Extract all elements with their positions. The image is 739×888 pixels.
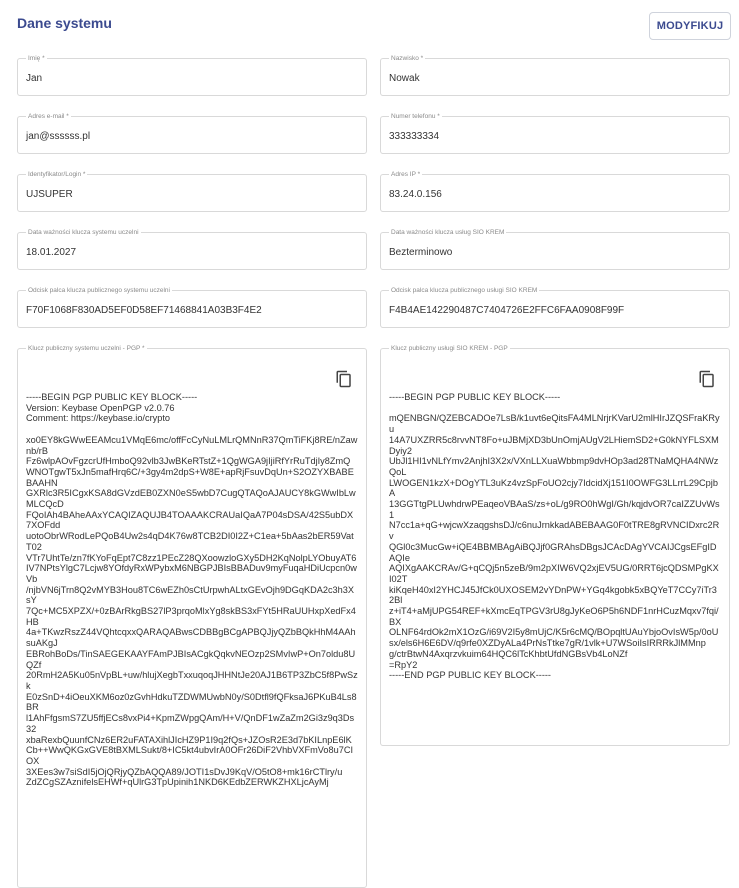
ip-label: Adres IP *	[389, 171, 423, 178]
fingerprint-sio-field[interactable]: Odcisk palca klucza publicznego usługi S…	[380, 287, 730, 328]
last-name-label: Nazwisko *	[389, 55, 426, 62]
fingerprint-system-label: Odcisk palca klucza publicznego systemu …	[26, 287, 172, 294]
sio-public-key-text: -----BEGIN PGP PUBLIC KEY BLOCK----- mQE…	[389, 392, 720, 681]
fingerprint-sio-value: F4B4AE142290487C7404726E2FFC6FAA0908F99F	[389, 305, 625, 316]
key-expiry-sio-value: Bezterminowo	[389, 247, 453, 258]
ip-field[interactable]: Adres IP * 83.24.0.156	[380, 171, 730, 212]
login-field[interactable]: Identyfikator/Login * UJSUPER	[17, 171, 367, 212]
phone-field[interactable]: Numer telefonu * 333333334	[380, 113, 730, 154]
email-label: Adres e-mail *	[26, 113, 71, 120]
email-field[interactable]: Adres e-mail * jan@ssssss.pl	[17, 113, 367, 154]
fingerprint-sio-label: Odcisk palca klucza publicznego usługi S…	[389, 287, 540, 294]
page-title: Dane systemu	[17, 15, 112, 31]
key-expiry-sio-label: Data ważności klucza usług SIO KREM	[389, 229, 507, 236]
first-name-value: Jan	[26, 73, 43, 84]
email-value: jan@ssssss.pl	[26, 131, 91, 142]
first-name-label: Imię *	[26, 55, 47, 62]
key-expiry-system-label: Data ważności klucza systemu uczelni	[26, 229, 141, 236]
first-name-field[interactable]: Imię * Jan	[17, 55, 367, 96]
key-expiry-sio-field[interactable]: Data ważności klucza usług SIO KREM Bezt…	[380, 229, 730, 270]
last-name-field[interactable]: Nazwisko * Nowak	[380, 55, 730, 96]
copy-icon[interactable]	[335, 370, 353, 388]
modify-button[interactable]: MODYFIKUJ	[649, 12, 731, 40]
last-name-value: Nowak	[389, 73, 420, 84]
login-label: Identyfikator/Login *	[26, 171, 88, 178]
sio-public-key-box[interactable]: Klucz publiczny usługi SIO KREM - PGP --…	[380, 345, 730, 746]
phone-label: Numer telefonu *	[389, 113, 442, 120]
copy-icon[interactable]	[698, 370, 716, 388]
key-expiry-system-value: 18.01.2027	[26, 247, 77, 258]
system-public-key-text: -----BEGIN PGP PUBLIC KEY BLOCK----- Ver…	[26, 392, 358, 788]
fingerprint-system-field[interactable]: Odcisk palca klucza publicznego systemu …	[17, 287, 367, 328]
system-public-key-label: Klucz publiczny systemu uczelni - PGP *	[26, 345, 147, 352]
phone-value: 333333334	[389, 131, 440, 142]
login-value: UJSUPER	[26, 189, 73, 200]
sio-public-key-label: Klucz publiczny usługi SIO KREM - PGP	[389, 345, 510, 352]
key-expiry-system-field[interactable]: Data ważności klucza systemu uczelni 18.…	[17, 229, 367, 270]
fingerprint-system-value: F70F1068F830AD5EF0D58EF71468841A03B3F4E2	[26, 305, 262, 316]
system-public-key-box[interactable]: Klucz publiczny systemu uczelni - PGP * …	[17, 345, 367, 888]
ip-value: 83.24.0.156	[389, 189, 442, 200]
